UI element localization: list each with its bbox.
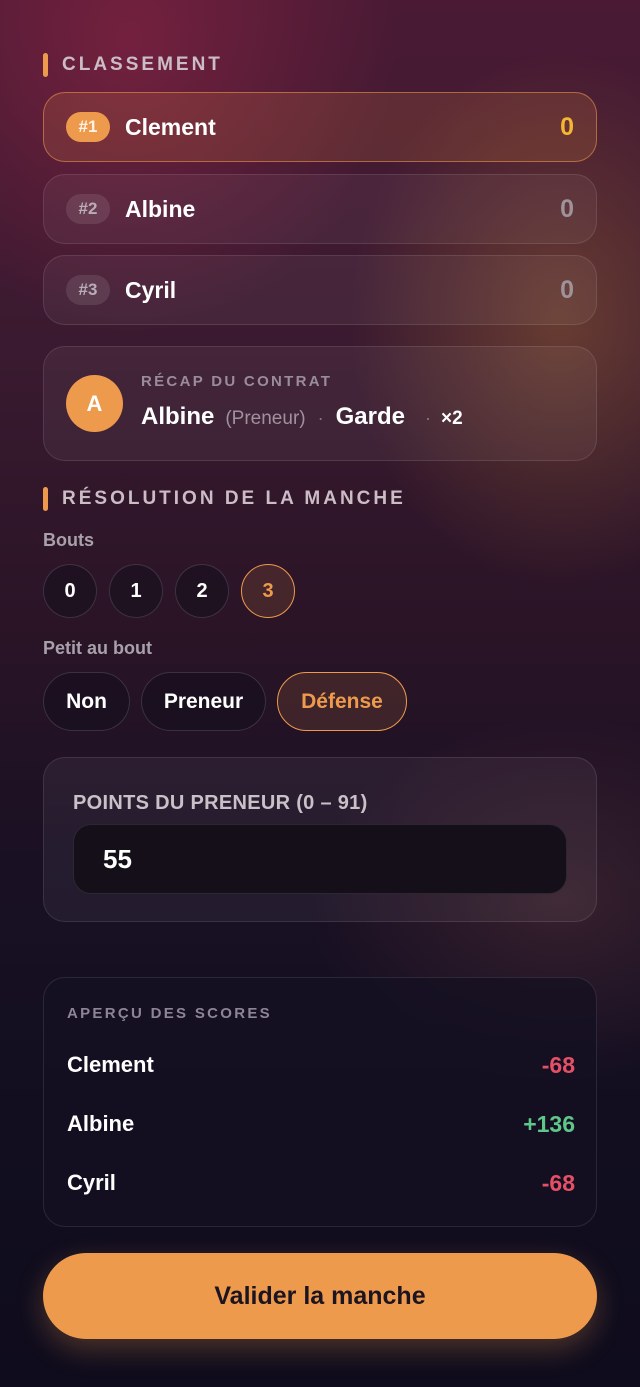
ranking-row-2: #2 Albine 0	[43, 174, 597, 244]
ranking-row-3: #3 Cyril 0	[43, 255, 597, 325]
petit-au-bout-option-defense[interactable]: Défense	[277, 672, 407, 731]
contract-multiplier: ×2	[440, 408, 463, 429]
separator-dot: ·	[317, 408, 324, 428]
resolution-title: RÉSOLUTION DE LA MANCHE	[62, 488, 406, 509]
petit-au-bout-option-preneur[interactable]: Preneur	[141, 672, 266, 731]
bouts-option-2[interactable]: 2	[175, 564, 229, 618]
rank-badge: #1	[66, 112, 110, 142]
section-accent-bar	[43, 53, 48, 77]
taker-name: Albine	[141, 403, 215, 430]
score-preview-row: Albine +136	[67, 1109, 575, 1139]
score-preview-row: Cyril -68	[67, 1168, 575, 1198]
bouts-label: Bouts	[43, 530, 94, 550]
ranking-section-title: CLASSEMENT	[43, 53, 223, 77]
ranking-title: CLASSEMENT	[62, 54, 223, 75]
player-name: Clement	[67, 1052, 154, 1077]
taker-points-input[interactable]: 55	[73, 824, 567, 894]
score-delta: -68	[541, 1051, 575, 1078]
score-preview-card: APERÇU DES SCORES Clement -68 Albine +13…	[43, 977, 597, 1227]
bouts-option-3[interactable]: 3	[241, 564, 295, 618]
player-name: Cyril	[67, 1170, 116, 1195]
player-name: Clement	[125, 113, 216, 140]
rank-badge: #3	[66, 275, 110, 305]
score-preview-label: APERÇU DES SCORES	[67, 1005, 272, 1022]
player-score: 0	[560, 194, 574, 223]
taker-role: (Preneur)	[225, 408, 306, 429]
avatar: A	[66, 375, 123, 432]
contract-name: Garde	[335, 403, 405, 430]
score-delta: +136	[523, 1110, 575, 1137]
petit-au-bout-label: Petit au bout	[43, 638, 152, 658]
resolution-section-title: RÉSOLUTION DE LA MANCHE	[43, 487, 406, 511]
taker-points-card: POINTS DU PRENEUR (0 – 91) 55	[43, 757, 597, 922]
validate-round-button[interactable]: Valider la manche	[43, 1253, 597, 1339]
recap-line: Albine (Preneur) · Garde · ×2	[141, 403, 463, 431]
section-accent-bar	[43, 487, 48, 511]
bouts-option-0[interactable]: 0	[43, 564, 97, 618]
player-name: Cyril	[125, 276, 177, 303]
score-delta: -68	[541, 1169, 575, 1196]
contract-recap-card: A RÉCAP DU CONTRAT Albine (Preneur) · Ga…	[43, 346, 597, 461]
player-name: Albine	[125, 195, 196, 222]
taker-points-label: POINTS DU PRENEUR (0 – 91)	[73, 792, 368, 814]
player-name: Albine	[67, 1111, 135, 1136]
recap-label: RÉCAP DU CONTRAT	[141, 373, 333, 390]
bouts-option-1[interactable]: 1	[109, 564, 163, 618]
separator-dot: ·	[424, 408, 431, 428]
petit-au-bout-option-non[interactable]: Non	[43, 672, 130, 731]
score-preview-row: Clement -68	[67, 1050, 575, 1080]
ranking-row-1: #1 Clement 0	[43, 92, 597, 162]
player-score: 0	[560, 275, 574, 304]
rank-badge: #2	[66, 194, 110, 224]
player-score: 0	[560, 112, 574, 141]
